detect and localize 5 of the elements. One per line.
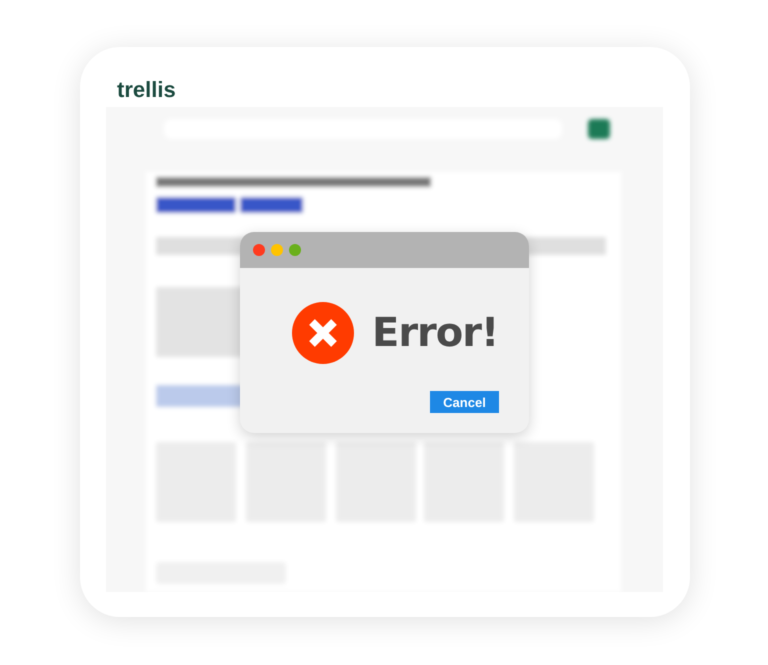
error-icon <box>292 302 354 364</box>
error-message: Error! <box>372 310 498 356</box>
cancel-button[interactable]: Cancel <box>430 391 499 413</box>
window-controls-icon <box>253 243 303 257</box>
logo: trellis <box>117 77 177 104</box>
